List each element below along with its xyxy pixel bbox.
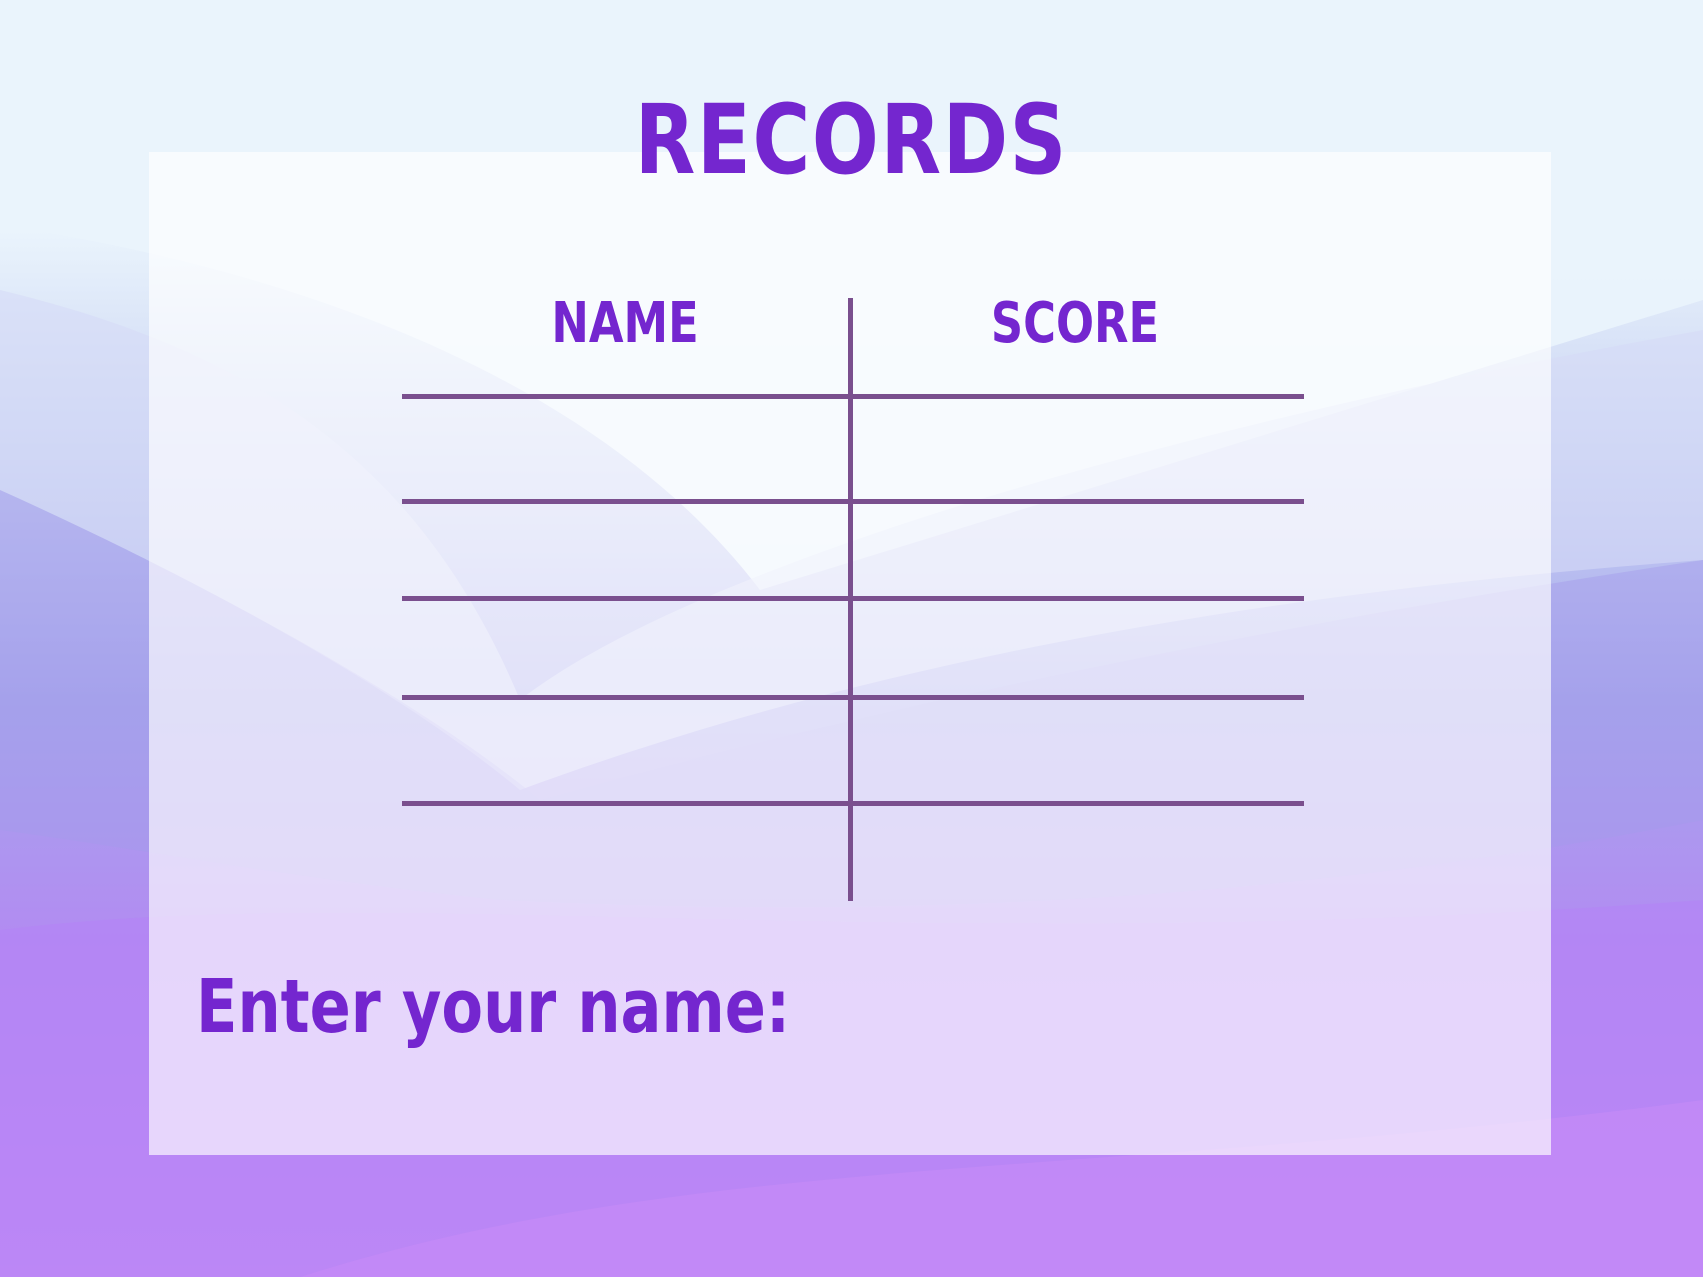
header-underline (402, 394, 1304, 399)
table-row (402, 596, 1304, 601)
page-title: RECORDS (634, 84, 1069, 196)
score-column-header: SCORE (990, 291, 1160, 356)
table-row (402, 695, 1304, 700)
name-prompt-label: Enter your name: (196, 964, 791, 1050)
name-input[interactable] (760, 966, 1484, 1058)
name-column-header: NAME (551, 291, 699, 356)
table-row (402, 499, 1304, 504)
table-row (402, 801, 1304, 806)
